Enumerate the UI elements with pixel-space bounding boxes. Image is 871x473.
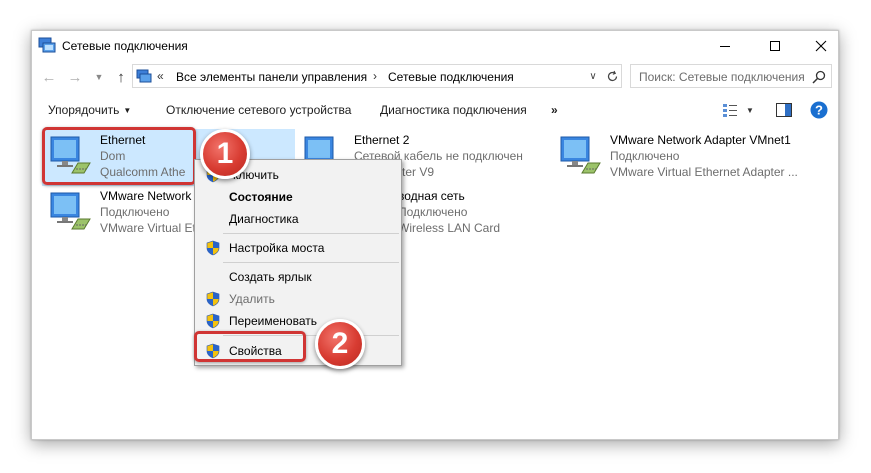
menu-item-label: Удалить xyxy=(229,292,275,306)
more-commands-button[interactable]: » xyxy=(551,103,558,117)
control-panel-icon xyxy=(136,69,152,83)
chevron-down-icon: ▼ xyxy=(746,105,754,115)
uac-shield-icon xyxy=(206,313,220,329)
minimize-button[interactable] xyxy=(702,31,748,61)
address-segment-control-panel[interactable]: Все элементы панели управления xyxy=(176,70,367,84)
menu-item-bridge[interactable]: Настройка моста xyxy=(197,237,399,259)
connection-name: Ethernet 2 xyxy=(354,133,410,147)
network-connections-icon xyxy=(38,37,56,53)
connection-item-vmware-network[interactable]: VMware Network Подключено VMware Virtual… xyxy=(44,187,214,239)
menu-item-create-shortcut[interactable]: Создать ярлык xyxy=(197,266,399,288)
window-title: Сетевые подключения xyxy=(62,39,188,53)
close-button[interactable] xyxy=(798,31,844,61)
address-bar[interactable]: « Все элементы панели управления › Сетев… xyxy=(132,64,622,88)
help-icon: ? xyxy=(810,101,828,119)
close-icon xyxy=(815,40,827,52)
chevron-down-icon: ▼ xyxy=(123,106,132,115)
menu-separator xyxy=(223,262,399,263)
menu-item-status[interactable]: Состояние xyxy=(197,186,399,208)
change-view-button[interactable] xyxy=(720,100,740,120)
view-list-icon xyxy=(723,104,737,117)
title-bar[interactable]: Сетевые подключения xyxy=(32,31,838,61)
connection-name: водная сеть xyxy=(398,189,465,203)
menu-item-label: Настройка моста xyxy=(229,241,325,255)
address-row: ← → ▼ ↑ « Все элементы панели управления… xyxy=(32,64,838,90)
preview-pane-button[interactable] xyxy=(774,100,794,120)
uac-shield-icon xyxy=(206,240,220,256)
connection-status: Подключено xyxy=(100,205,170,219)
search-box[interactable]: Поиск: Сетевые подключения xyxy=(630,64,832,88)
connection-status: Подключено xyxy=(398,205,468,219)
svg-text:?: ? xyxy=(815,103,823,118)
disable-device-button[interactable]: Отключение сетевого устройства xyxy=(166,103,351,117)
arrow-left-icon: ← xyxy=(41,68,57,86)
network-adapter-icon xyxy=(560,136,601,174)
uac-shield-icon xyxy=(206,291,220,307)
address-segment-network-connections[interactable]: Сетевые подключения xyxy=(388,70,514,84)
address-dropdown-button[interactable]: ∨ xyxy=(585,67,601,85)
arrow-up-icon: ↑ xyxy=(117,68,125,86)
highlight-frame-ethernet xyxy=(42,127,196,185)
diagnose-connection-button[interactable]: Диагностика подключения xyxy=(380,103,527,117)
search-input[interactable]: Поиск: Сетевые подключения xyxy=(639,70,805,84)
arrow-right-icon: → xyxy=(67,68,83,86)
connection-adapter: Wireless LAN Card xyxy=(398,221,501,235)
organize-label: Упорядочить xyxy=(48,103,120,117)
menu-item-delete[interactable]: Удалить xyxy=(197,288,399,310)
highlight-frame-properties xyxy=(194,331,306,362)
network-connections-window: Сетевые подключения ← → ▼ ↑ « Все элемен… xyxy=(31,30,839,440)
up-button[interactable]: ↑ xyxy=(110,67,132,87)
menu-item-label: Создать ярлык xyxy=(229,270,312,284)
recent-locations-button[interactable]: ▼ xyxy=(88,67,110,87)
view-options-dropdown[interactable]: ▼ xyxy=(740,100,760,120)
connection-status: Подключено xyxy=(610,149,680,163)
menu-item-diagnostics[interactable]: Диагностика xyxy=(197,208,399,230)
help-button[interactable]: ? xyxy=(809,100,829,120)
chevron-down-icon: ∨ xyxy=(589,70,597,82)
connection-adapter: VMware Virtual Et xyxy=(100,221,196,235)
maximize-icon xyxy=(770,41,780,51)
callout-badge-2: 2 xyxy=(315,319,365,369)
menu-item-label: Переименовать xyxy=(229,314,317,328)
preview-pane-icon xyxy=(776,103,792,117)
forward-button[interactable]: → xyxy=(64,67,86,87)
chevron-down-icon: ▼ xyxy=(94,72,104,82)
menu-item-label: Состояние xyxy=(229,190,293,204)
network-adapter-icon xyxy=(50,192,91,230)
address-overflow-chevron[interactable]: « xyxy=(157,69,164,83)
address-separator[interactable]: › xyxy=(373,69,377,83)
connection-name: VMware Network Adapter VMnet1 xyxy=(610,133,791,147)
connection-name: VMware Network xyxy=(100,189,192,203)
menu-separator xyxy=(223,233,399,234)
connection-adapter: VMware Virtual Ethernet Adapter ... xyxy=(610,165,798,179)
maximize-button[interactable] xyxy=(752,31,798,61)
callout-badge-1: 1 xyxy=(200,129,250,179)
connection-item-vmnet1[interactable]: VMware Network Adapter VMnet1 Подключено… xyxy=(554,131,834,183)
minimize-icon xyxy=(720,46,730,47)
menu-item-label: Диагностика xyxy=(229,212,299,226)
back-button[interactable]: ← xyxy=(38,67,60,87)
menu-item-rename[interactable]: Переименовать xyxy=(197,310,399,332)
refresh-button[interactable] xyxy=(603,67,621,85)
organize-button[interactable]: Упорядочить ▼ xyxy=(48,103,131,117)
search-icon[interactable] xyxy=(811,69,827,85)
refresh-icon xyxy=(607,70,617,81)
command-bar: Упорядочить ▼ Отключение сетевого устройс… xyxy=(32,97,838,123)
